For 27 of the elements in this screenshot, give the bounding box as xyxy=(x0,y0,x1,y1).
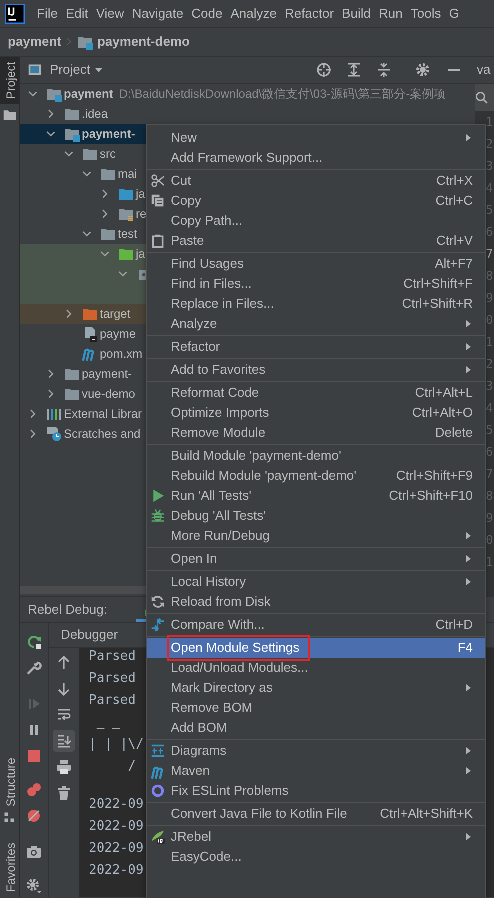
console-line: 2022-09 xyxy=(89,862,144,880)
console-line: Parsed xyxy=(89,648,136,666)
console-line: _ _ xyxy=(96,714,120,732)
shortcut-text: Ctrl+D xyxy=(434,616,473,634)
shortcut-text: Alt+F7 xyxy=(434,255,473,274)
console-line: / xyxy=(127,758,136,776)
shortcut-text: Delete xyxy=(434,424,473,442)
panel-title: Rebel Debug: xyxy=(28,600,108,619)
line-number: 7 xyxy=(485,246,494,263)
console-line: 2022-09 xyxy=(89,840,144,858)
shortcut-text: Ctrl+Alt+O xyxy=(411,404,473,422)
shortcut-text: Ctrl+Shift+F xyxy=(402,275,473,294)
shortcut-text: Ctrl+Alt+Shift+K xyxy=(379,805,473,824)
shortcut-text: Ctrl+Alt+L xyxy=(414,384,473,402)
shortcut-text: Ctrl+C xyxy=(434,192,473,210)
shortcut-text: Ctrl+Shift+F9 xyxy=(395,467,473,486)
shortcut-text: Ctrl+Shift+R xyxy=(401,295,473,314)
console-line: Parsed xyxy=(89,670,136,688)
console-line: 2022-09 xyxy=(89,796,144,814)
console-line: 2022-09 xyxy=(89,818,144,836)
console-line: Parsed xyxy=(89,692,136,710)
shortcut-text: Ctrl+V xyxy=(436,232,473,250)
console-line: | | |\/ xyxy=(89,736,144,754)
shortcut-text: Ctrl+Shift+F10 xyxy=(388,487,473,506)
shortcut-text: Ctrl+X xyxy=(436,172,473,190)
path-text: D:\BaiduNetdiskDownload\微信支付\03-源码\第三部分-案例项 xyxy=(119,86,446,103)
shortcut-text: F4 xyxy=(456,639,473,658)
